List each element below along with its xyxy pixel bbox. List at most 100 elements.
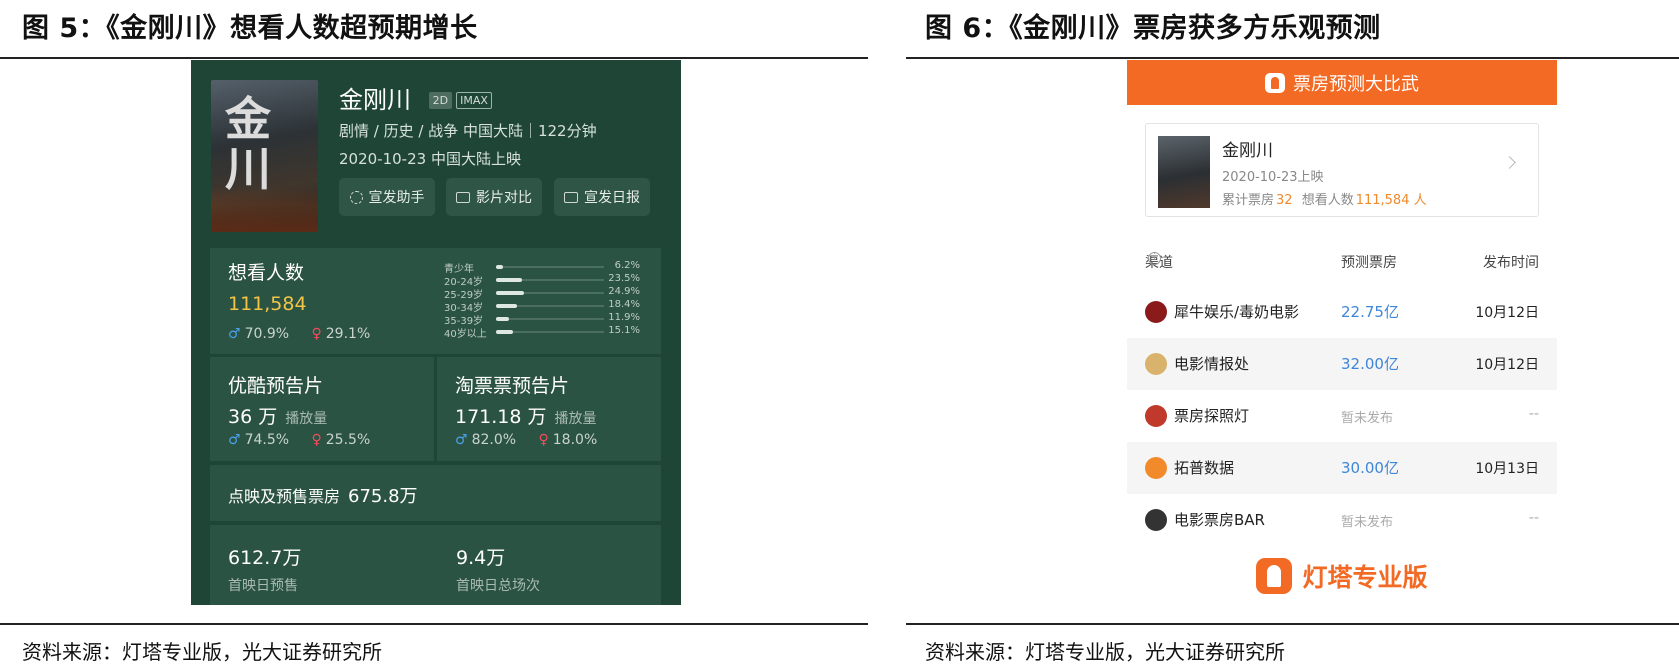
- age-bar-track: [496, 291, 604, 295]
- age-bar-track: [496, 304, 604, 308]
- forecast-value: 22.75亿: [1341, 303, 1399, 321]
- header-forecast: 预测票房: [1341, 255, 1397, 271]
- box-value: 675.8万: [348, 486, 418, 507]
- age-row: 35-39岁 11.9%: [444, 312, 640, 327]
- movie-release-line: 2020-10-23 中国大陆上映: [339, 150, 521, 168]
- want-label: 想看人数: [228, 262, 305, 284]
- age-pct: 11.9%: [608, 312, 640, 323]
- want-to-see-card[interactable]: 想看人数 111,584 ♂ 70.9% ♀ 29.1% 青少年 6.2% 20-24岁…: [210, 248, 661, 354]
- figure-5-title: 图 5：《金刚川》想看人数超预期增长: [22, 13, 478, 44]
- want-label: 想看人数: [1301, 193, 1354, 208]
- promo-assistant-button[interactable]: 宣发助手: [339, 178, 435, 216]
- taopiaopiao-label: 淘票票预告片: [455, 375, 570, 397]
- forecast-row[interactable]: 拓普数据 30.00亿 10月13日: [1127, 442, 1557, 494]
- presale-box-office-card[interactable]: 点映及预售票房 675.8万: [210, 465, 661, 521]
- presale-label: 首映日预售: [228, 578, 298, 594]
- shows-value: 9.4万: [456, 547, 506, 569]
- report-icon: [564, 191, 578, 203]
- movie-stats: 累计票房 32 想看人数 111,584 人: [1222, 189, 1432, 208]
- lighthouse-icon: [1265, 72, 1285, 93]
- film-compare-button[interactable]: 影片对比: [446, 178, 542, 216]
- forecast-table-header: 渠道 i 预测票房 发布时间: [1127, 252, 1557, 272]
- channel-name: 犀牛娱乐/毒奶电影: [1174, 303, 1300, 321]
- channel-logo-icon: [1145, 509, 1167, 531]
- forecast-row[interactable]: 犀牛娱乐/毒奶电影 22.75亿 10月12日: [1127, 286, 1557, 338]
- movie-title: 金刚川: [1222, 141, 1273, 161]
- premiere-day-card[interactable]: 612.7万 首映日预售 9.4万 首映日总场次: [210, 525, 661, 605]
- banner-label: 票房预测大比武: [1293, 73, 1419, 95]
- poster-flames: [211, 187, 318, 232]
- age-distribution: 青少年 6.2% 20-24岁 23.5% 25-29岁 24.9% 30-34岁 18.4%…: [444, 260, 640, 340]
- want-female-pct: 29.1%: [325, 326, 371, 342]
- forecast-value: 暂未发布: [1341, 411, 1394, 426]
- publish-date: 10月12日: [1475, 305, 1539, 321]
- age-pct: 24.9%: [608, 286, 640, 297]
- figure-6-title: 图 6：《金刚川》票房获多方乐观预测: [925, 13, 1381, 44]
- youku-female-pct: 25.5%: [325, 432, 371, 448]
- publish-date: --: [1528, 510, 1539, 526]
- promo-daily-button[interactable]: 宣发日报: [554, 178, 650, 216]
- taopiaopiao-male-pct: 82.0%: [471, 432, 517, 448]
- tag-imax: IMAX: [456, 92, 492, 109]
- youku-value: 36 万: [228, 406, 278, 428]
- age-bar-track: [496, 330, 604, 334]
- age-bar-fill: [496, 265, 503, 269]
- box-value: 32: [1276, 193, 1293, 208]
- age-pct: 15.1%: [608, 325, 640, 336]
- youku-unit: 播放量: [285, 411, 328, 427]
- taopiaopiao-trailer-card[interactable]: 淘票票预告片 171.18 万播放量 ♂ 82.0% ♀ 18.0%: [437, 357, 661, 461]
- age-pct: 23.5%: [608, 273, 640, 284]
- female-icon: ♀: [311, 326, 322, 342]
- movie-summary-card[interactable]: 金刚川 2020-10-23上映 累计票房 32 想看人数 111,584 人: [1145, 123, 1539, 217]
- info-icon[interactable]: i: [1148, 252, 1161, 265]
- publish-date: 10月12日: [1475, 357, 1539, 373]
- age-row: 青少年 6.2%: [444, 260, 640, 275]
- taopiaopiao-value: 171.18 万: [455, 406, 547, 428]
- forecast-row[interactable]: 电影情报处 32.00亿 10月12日: [1127, 338, 1557, 390]
- forecast-value: 32.00亿: [1341, 355, 1399, 373]
- age-row: 20-24岁 23.5%: [444, 273, 640, 288]
- age-bar-track: [496, 278, 604, 282]
- channel-name: 电影情报处: [1174, 355, 1250, 373]
- forecast-row[interactable]: 票房探照灯 暂未发布 --: [1127, 390, 1557, 442]
- source-divider: [0, 623, 868, 625]
- want-value: 111,584 人: [1355, 193, 1427, 208]
- figure-6-source: 资料来源：灯塔专业版，光大证券研究所: [925, 640, 1285, 664]
- box-office-forecast-panel: 票房预测大比武 金刚川 2020-10-23上映 累计票房 32 想看人数 111,…: [1127, 60, 1557, 615]
- channel-logo-icon: [1145, 301, 1167, 323]
- shows-label: 首映日总场次: [456, 578, 540, 594]
- youku-male-pct: 74.5%: [244, 432, 290, 448]
- publish-date: --: [1528, 406, 1539, 422]
- want-gender: ♂ 70.9% ♀ 29.1%: [228, 326, 370, 342]
- channel-name: 拓普数据: [1174, 459, 1235, 477]
- source-divider: [906, 623, 1679, 625]
- maoyan-movie-panel: 金川 金刚川 2D IMAX 剧情 / 历史 / 战争 中国大陆｜122分钟 20…: [191, 60, 681, 605]
- channel-logo-icon: [1145, 405, 1167, 427]
- male-icon: ♂: [228, 326, 241, 342]
- movie-poster[interactable]: 金川: [211, 80, 318, 232]
- age-pct: 6.2%: [614, 260, 640, 271]
- age-row: 40岁以上 15.1%: [444, 325, 640, 340]
- compare-icon: [456, 191, 470, 203]
- forecast-value: 30.00亿: [1341, 459, 1399, 477]
- presale-value: 612.7万: [228, 547, 302, 569]
- poster-glyph: 金川: [225, 92, 271, 196]
- age-bar-fill: [496, 278, 523, 282]
- channel-name: 电影票房BAR: [1174, 511, 1265, 529]
- age-pct: 18.4%: [608, 299, 640, 310]
- chevron-right-icon[interactable]: [1503, 156, 1516, 169]
- movie-title-line: 金刚川 2D IMAX: [339, 80, 492, 115]
- forecast-row[interactable]: 电影票房BAR 暂未发布 --: [1127, 494, 1557, 546]
- age-bar-track: [496, 265, 604, 269]
- forecast-banner: 票房预测大比武: [1127, 60, 1557, 105]
- male-icon: ♂: [455, 432, 468, 448]
- taopiaopiao-plays: 171.18 万播放量: [455, 402, 597, 429]
- youku-trailer-card[interactable]: 优酷预告片 36 万播放量 ♂ 74.5% ♀ 25.5%: [210, 357, 434, 461]
- film-compare-label: 影片对比: [476, 190, 532, 206]
- youku-plays: 36 万播放量: [228, 402, 327, 429]
- age-bar-fill: [496, 304, 517, 308]
- youku-label: 优酷预告片: [228, 375, 324, 397]
- age-bar-fill: [496, 317, 510, 321]
- movie-thumbnail: [1158, 136, 1210, 208]
- recycle-icon: [349, 190, 363, 204]
